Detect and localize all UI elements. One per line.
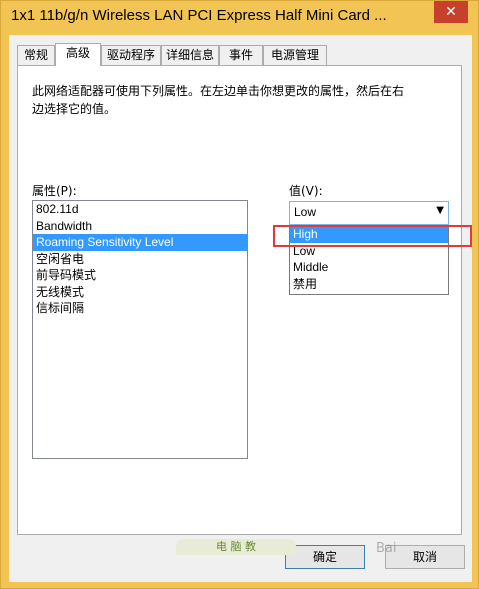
advanced-panel: 此网络适配器可使用下列属性。在左边单击你想更改的属性，然后在右边选择它的值。 属… bbox=[17, 65, 472, 535]
cancel-button[interactable]: 取消 bbox=[385, 545, 465, 569]
title-bar[interactable]: 1x1 11b/g/n Wireless LAN PCI Express Hal… bbox=[1, 1, 479, 35]
value-option-middle[interactable]: Middle bbox=[290, 259, 448, 276]
tab-driver[interactable]: 驱动程序 bbox=[101, 45, 161, 65]
property-item-selected[interactable]: Roaming Sensitivity Level bbox=[33, 234, 247, 251]
watermark-banner: 电 脑 教 bbox=[176, 539, 296, 555]
chevron-down-icon[interactable]: ▼ bbox=[436, 205, 444, 216]
property-item[interactable]: 无线模式 bbox=[33, 284, 247, 301]
panel-description: 此网络适配器可使用下列属性。在左边单击你想更改的属性，然后在右边选择它的值。 bbox=[32, 84, 405, 116]
watermark-text: Bai bbox=[376, 541, 397, 556]
close-button[interactable]: ✕ bbox=[434, 1, 468, 23]
value-combobox[interactable]: Low ▼ bbox=[289, 201, 449, 225]
property-label: 属性(P): bbox=[32, 184, 77, 198]
property-item[interactable]: 802.11d bbox=[33, 201, 247, 218]
property-item[interactable]: 空闲省电 bbox=[33, 251, 247, 268]
property-item[interactable]: Bandwidth bbox=[33, 218, 247, 235]
value-combobox-text: Low bbox=[294, 205, 317, 219]
dialog-client: 常规 高级 驱动程序 详细信息 事件 电源管理 此网络适配器可使用下列属性。在左… bbox=[9, 35, 472, 582]
annotation-highlight-box bbox=[273, 225, 472, 247]
properties-dialog: 1x1 11b/g/n Wireless LAN PCI Express Hal… bbox=[0, 0, 479, 589]
property-item[interactable]: 前导码模式 bbox=[33, 267, 247, 284]
tab-general[interactable]: 常规 bbox=[17, 45, 55, 65]
tab-details[interactable]: 详细信息 bbox=[161, 45, 219, 65]
tab-power-management[interactable]: 电源管理 bbox=[263, 45, 327, 65]
value-option-disabled[interactable]: 禁用 bbox=[290, 276, 448, 293]
property-item[interactable]: 信标间隔 bbox=[33, 300, 247, 317]
property-list[interactable]: 802.11d Bandwidth Roaming Sensitivity Le… bbox=[32, 200, 248, 459]
window-title: 1x1 11b/g/n Wireless LAN PCI Express Hal… bbox=[11, 7, 387, 24]
tab-events[interactable]: 事件 bbox=[219, 45, 263, 65]
tab-advanced[interactable]: 高级 bbox=[55, 43, 101, 66]
ok-button[interactable]: 确定 bbox=[285, 545, 365, 569]
value-label: 值(V): bbox=[289, 184, 323, 198]
